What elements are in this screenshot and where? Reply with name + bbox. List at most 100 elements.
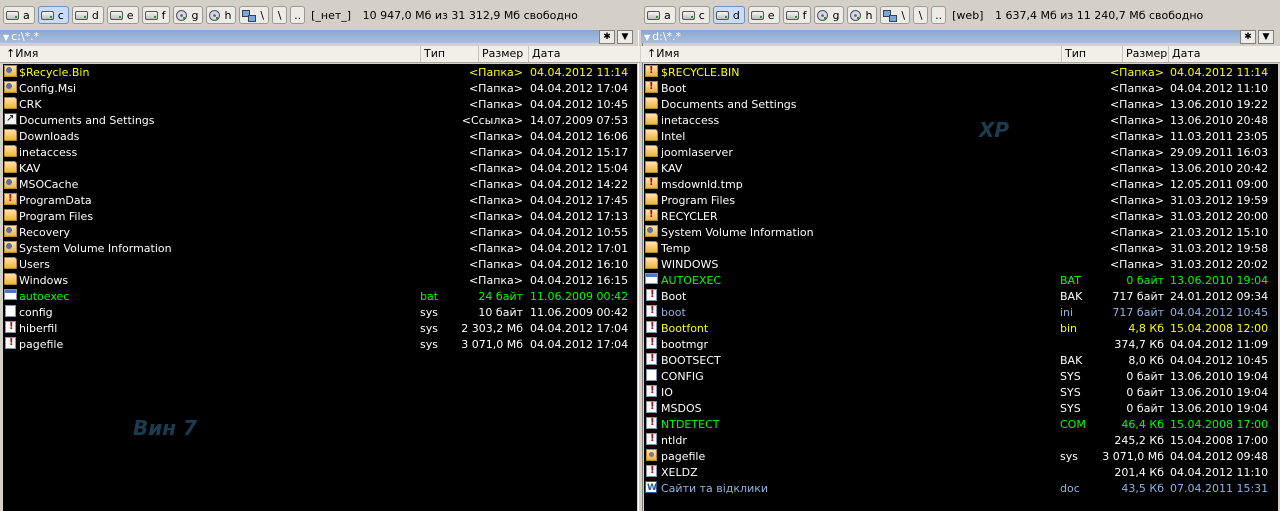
file-row[interactable]: Program Files <Папка> 04.04.2012 17:13 xyxy=(3,209,637,225)
drive-button[interactable]: \ xyxy=(880,6,911,24)
column-size[interactable]: Размер xyxy=(479,46,529,62)
file-size: <Папка> xyxy=(468,210,523,223)
file-row[interactable]: Intel <Папка> 11.03.2011 23:05 xyxy=(644,129,1278,145)
file-list[interactable]: $RECYCLE.BIN <Папка> 04.04.2012 11:14 Boot <… xyxy=(644,64,1278,511)
column-type[interactable]: Тип xyxy=(421,46,479,62)
drive-button[interactable]: h xyxy=(206,6,237,24)
favorites-button[interactable]: ✱ xyxy=(1240,30,1256,44)
file-row[interactable]: System Volume Information <Папка> 04.04.20… xyxy=(3,241,637,257)
file-list[interactable]: $Recycle.Bin <Папка> 04.04.2012 11:14 Confi… xyxy=(3,64,637,511)
file-date: 04.04.2012 17:13 xyxy=(530,210,629,223)
drive-button[interactable]: e xyxy=(106,6,139,24)
file-row[interactable]: Recovery <Папка> 04.04.2012 10:55 xyxy=(3,225,637,241)
history-arrow-icon[interactable]: ▼ xyxy=(3,33,9,42)
file-row[interactable]: joomlaserver <Папка> 29.09.2011 16:03 xyxy=(644,145,1278,161)
file-date: 04.04.2012 11:14 xyxy=(1170,66,1269,79)
file-row[interactable]: Program Files <Папка> 31.03.2012 19:59 xyxy=(644,193,1278,209)
file-row[interactable]: ProgramData <Папка> 04.04.2012 17:45 xyxy=(3,193,637,209)
file-name: joomlaserver xyxy=(661,146,733,159)
drive-button[interactable]: a xyxy=(3,6,35,24)
file-type: sys xyxy=(1060,450,1078,463)
file-name: WINDOWS xyxy=(661,258,719,271)
column-name[interactable]: ↑Имя xyxy=(644,46,1062,62)
file-row[interactable]: hiberfil sys 2 303,2 Мб 04.04.2012 17:04 xyxy=(3,321,637,337)
column-type[interactable]: Тип xyxy=(1062,46,1123,62)
file-row[interactable]: $RECYCLE.BIN <Папка> 04.04.2012 11:14 xyxy=(644,65,1278,81)
current-path: d:\*.* xyxy=(652,30,682,43)
root-button[interactable]: \ xyxy=(272,6,288,24)
drive-letter: g xyxy=(832,8,840,22)
file-row[interactable]: pagefile sys 3 071,0 Мб 04.04.2012 09:48 xyxy=(644,449,1278,465)
file-date: 14.07.2009 07:53 xyxy=(530,114,629,127)
file-row[interactable]: Config.Msi <Папка> 04.04.2012 17:04 xyxy=(3,81,637,97)
file-row[interactable]: ntldr 245,2 Кб 15.04.2008 17:00 xyxy=(644,433,1278,449)
drive-button[interactable]: g xyxy=(814,6,845,24)
drive-button[interactable]: g xyxy=(173,6,204,24)
file-row[interactable]: CONFIG SYS 0 байт 13.06.2010 19:04 xyxy=(644,369,1278,385)
file-row[interactable]: Boot <Папка> 04.04.2012 11:10 xyxy=(644,81,1278,97)
system-file-icon xyxy=(646,385,657,397)
file-row[interactable]: msdownld.tmp <Папка> 12.05.2011 09:00 xyxy=(644,177,1278,193)
file-row[interactable]: IO SYS 0 байт 13.06.2010 19:04 xyxy=(644,385,1278,401)
file-name: BOOTSECT xyxy=(661,354,721,367)
file-size: 24 байт xyxy=(478,290,523,303)
file-row[interactable]: $Recycle.Bin <Папка> 04.04.2012 11:14 xyxy=(3,65,637,81)
file-row[interactable]: BOOTSECT BAK 8,0 Кб 04.04.2012 10:45 xyxy=(644,353,1278,369)
up-button[interactable]: .. xyxy=(931,6,947,24)
file-row[interactable]: KAV <Папка> 13.06.2010 20:42 xyxy=(644,161,1278,177)
file-row[interactable]: Windows <Папка> 04.04.2012 16:15 xyxy=(3,273,637,289)
file-row[interactable]: Documents and Settings <Папка> 13.06.2010 … xyxy=(644,97,1278,113)
file-name: ntldr xyxy=(661,434,687,447)
drive-button[interactable]: c xyxy=(37,6,69,24)
drive-button[interactable]: \ xyxy=(239,6,270,24)
drive-button[interactable]: e xyxy=(747,6,780,24)
column-name[interactable]: ↑Имя xyxy=(3,46,421,62)
file-row[interactable]: pagefile sys 3 071,0 Мб 04.04.2012 17:04 xyxy=(3,337,637,353)
file-row[interactable]: System Volume Information <Папка> 21.03.20… xyxy=(644,225,1278,241)
history-button[interactable]: ▼ xyxy=(1258,30,1274,44)
drive-button[interactable]: c xyxy=(678,6,710,24)
column-date[interactable]: Дата xyxy=(1169,46,1277,62)
file-row[interactable]: Documents and Settings <Ссылка> 14.07.2009… xyxy=(3,113,637,129)
file-size: 2 303,2 Мб xyxy=(461,322,523,335)
file-row[interactable]: KAV <Папка> 04.04.2012 15:04 xyxy=(3,161,637,177)
drive-button[interactable]: h xyxy=(847,6,878,24)
history-button[interactable]: ▼ xyxy=(617,30,633,44)
drive-button[interactable]: f xyxy=(782,6,812,24)
file-row[interactable]: Temp <Папка> 31.03.2012 19:58 xyxy=(644,241,1278,257)
file-row[interactable]: boot ini 717 байт 04.04.2012 10:45 xyxy=(644,305,1278,321)
file-row[interactable]: NTDETECT COM 46,4 Кб 15.04.2008 17:00 xyxy=(644,417,1278,433)
file-row[interactable]: RECYCLER <Папка> 31.03.2012 20:00 xyxy=(644,209,1278,225)
file-row[interactable]: Сайти та відклики doc 43,5 Кб 07.04.2011 15… xyxy=(644,481,1278,497)
up-button[interactable]: .. xyxy=(290,6,306,24)
column-date[interactable]: Дата xyxy=(529,46,637,62)
file-row[interactable]: XELDZ 201,4 Кб 04.04.2012 11:10 xyxy=(644,465,1278,481)
file-row[interactable]: Bootfont bin 4,8 Кб 15.04.2008 12:00 xyxy=(644,321,1278,337)
file-name: MSDOS xyxy=(661,402,702,415)
file-row[interactable]: Boot BAK 717 байт 24.01.2012 09:34 xyxy=(644,289,1278,305)
file-row[interactable]: Downloads <Папка> 04.04.2012 16:06 xyxy=(3,129,637,145)
file-row[interactable]: autoexec bat 24 байт 11.06.2009 00:42 xyxy=(3,289,637,305)
file-date: 13.06.2010 19:04 xyxy=(1170,274,1269,287)
file-row[interactable]: MSDOS SYS 0 байт 13.06.2010 19:04 xyxy=(644,401,1278,417)
file-date: 15.04.2008 12:00 xyxy=(1170,322,1269,335)
column-size[interactable]: Размер xyxy=(1123,46,1169,62)
favorites-button[interactable]: ✱ xyxy=(599,30,615,44)
file-row[interactable]: inetaccess <Папка> 13.06.2010 20:48 xyxy=(644,113,1278,129)
file-row[interactable]: WINDOWS <Папка> 31.03.2012 20:02 xyxy=(644,257,1278,273)
file-row[interactable]: MSOCache <Папка> 04.04.2012 14:22 xyxy=(3,177,637,193)
path-bar[interactable]: ▼ d:\*.* xyxy=(641,30,1243,43)
drive-button[interactable]: a xyxy=(644,6,676,24)
file-row[interactable]: inetaccess <Папка> 04.04.2012 15:17 xyxy=(3,145,637,161)
file-row[interactable]: config sys 10 байт 11.06.2009 00:42 xyxy=(3,305,637,321)
drive-button[interactable]: d xyxy=(712,6,745,24)
drive-button[interactable]: f xyxy=(141,6,171,24)
root-button[interactable]: \ xyxy=(913,6,929,24)
history-arrow-icon[interactable]: ▼ xyxy=(644,33,650,42)
file-row[interactable]: AUTOEXEC BAT 0 байт 13.06.2010 19:04 xyxy=(644,273,1278,289)
drive-button[interactable]: d xyxy=(71,6,104,24)
file-row[interactable]: CRK <Папка> 04.04.2012 10:45 xyxy=(3,97,637,113)
path-bar[interactable]: ▼ c:\*.* xyxy=(0,30,603,43)
file-row[interactable]: Users <Папка> 04.04.2012 16:10 xyxy=(3,257,637,273)
file-row[interactable]: bootmgr 374,7 Кб 04.04.2012 11:09 xyxy=(644,337,1278,353)
